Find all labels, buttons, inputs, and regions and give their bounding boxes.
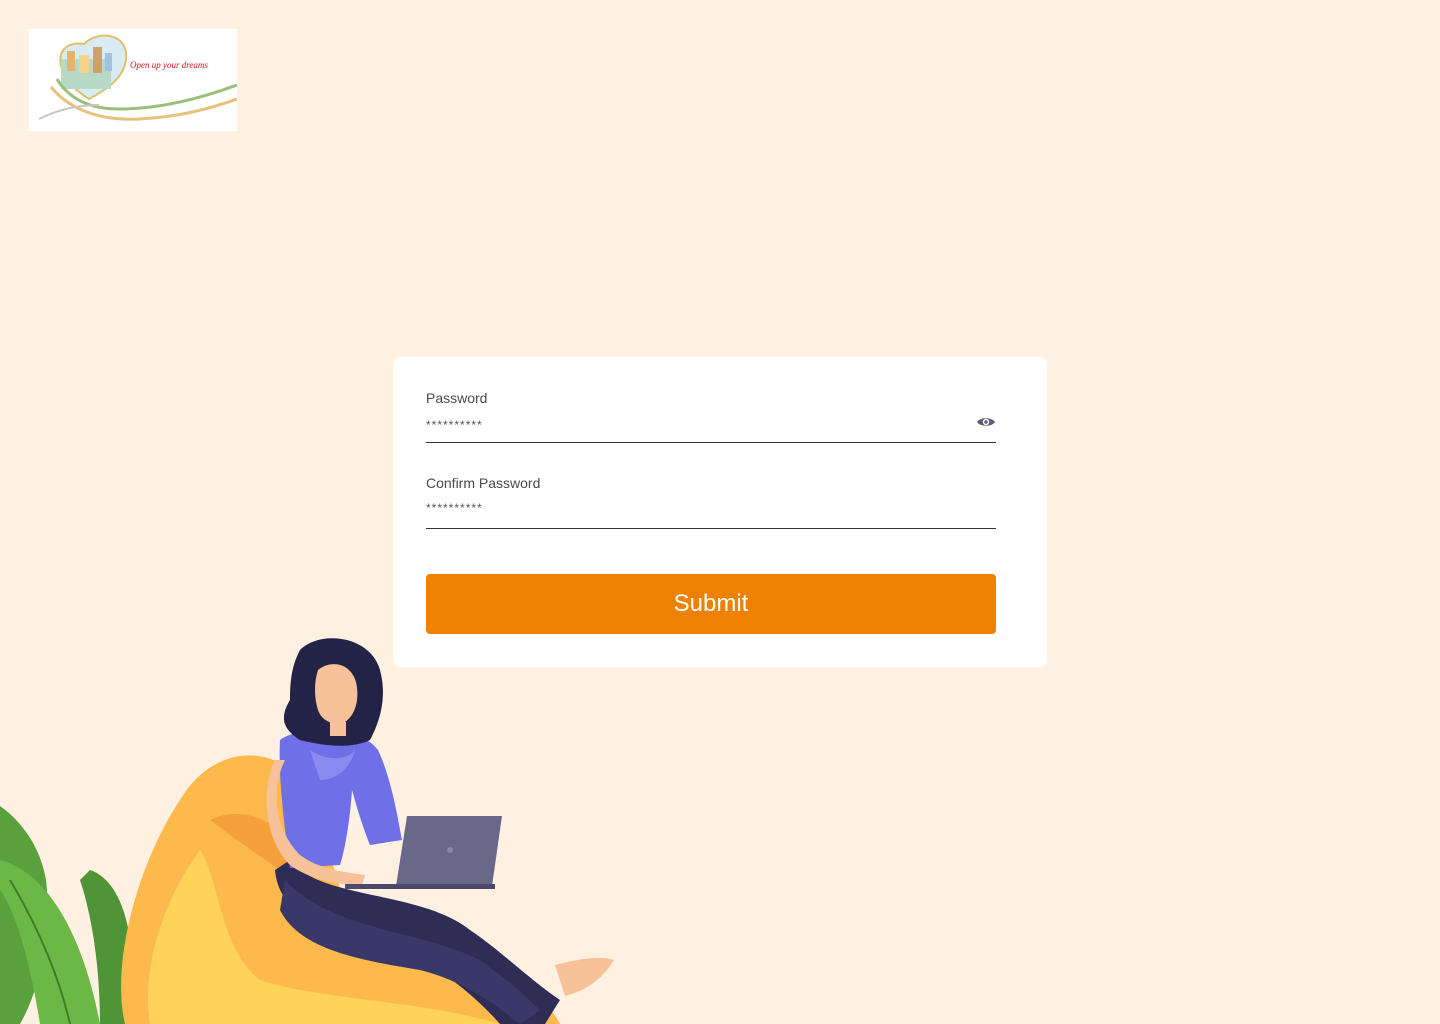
confirm-password-label: Confirm Password (426, 475, 541, 491)
password-label: Password (426, 390, 488, 406)
woman-laptop-illustration (0, 638, 614, 1024)
eye-icon[interactable] (976, 415, 996, 429)
password-input[interactable]: ********** (426, 419, 483, 431)
submit-button[interactable]: Submit (426, 574, 996, 634)
logo-tagline: Open up your dreams (130, 60, 208, 70)
password-field[interactable]: Password ********** (426, 390, 996, 443)
confirm-password-field[interactable]: Confirm Password ********** (426, 475, 996, 529)
brand-logo: Open up your dreams (29, 29, 237, 131)
logo-graphic (38, 34, 237, 121)
password-underline (426, 442, 996, 443)
confirm-password-input[interactable]: ********** (426, 502, 483, 514)
reset-password-card: Password ********** Confirm Password ***… (393, 357, 1047, 667)
confirm-password-underline (426, 528, 996, 529)
